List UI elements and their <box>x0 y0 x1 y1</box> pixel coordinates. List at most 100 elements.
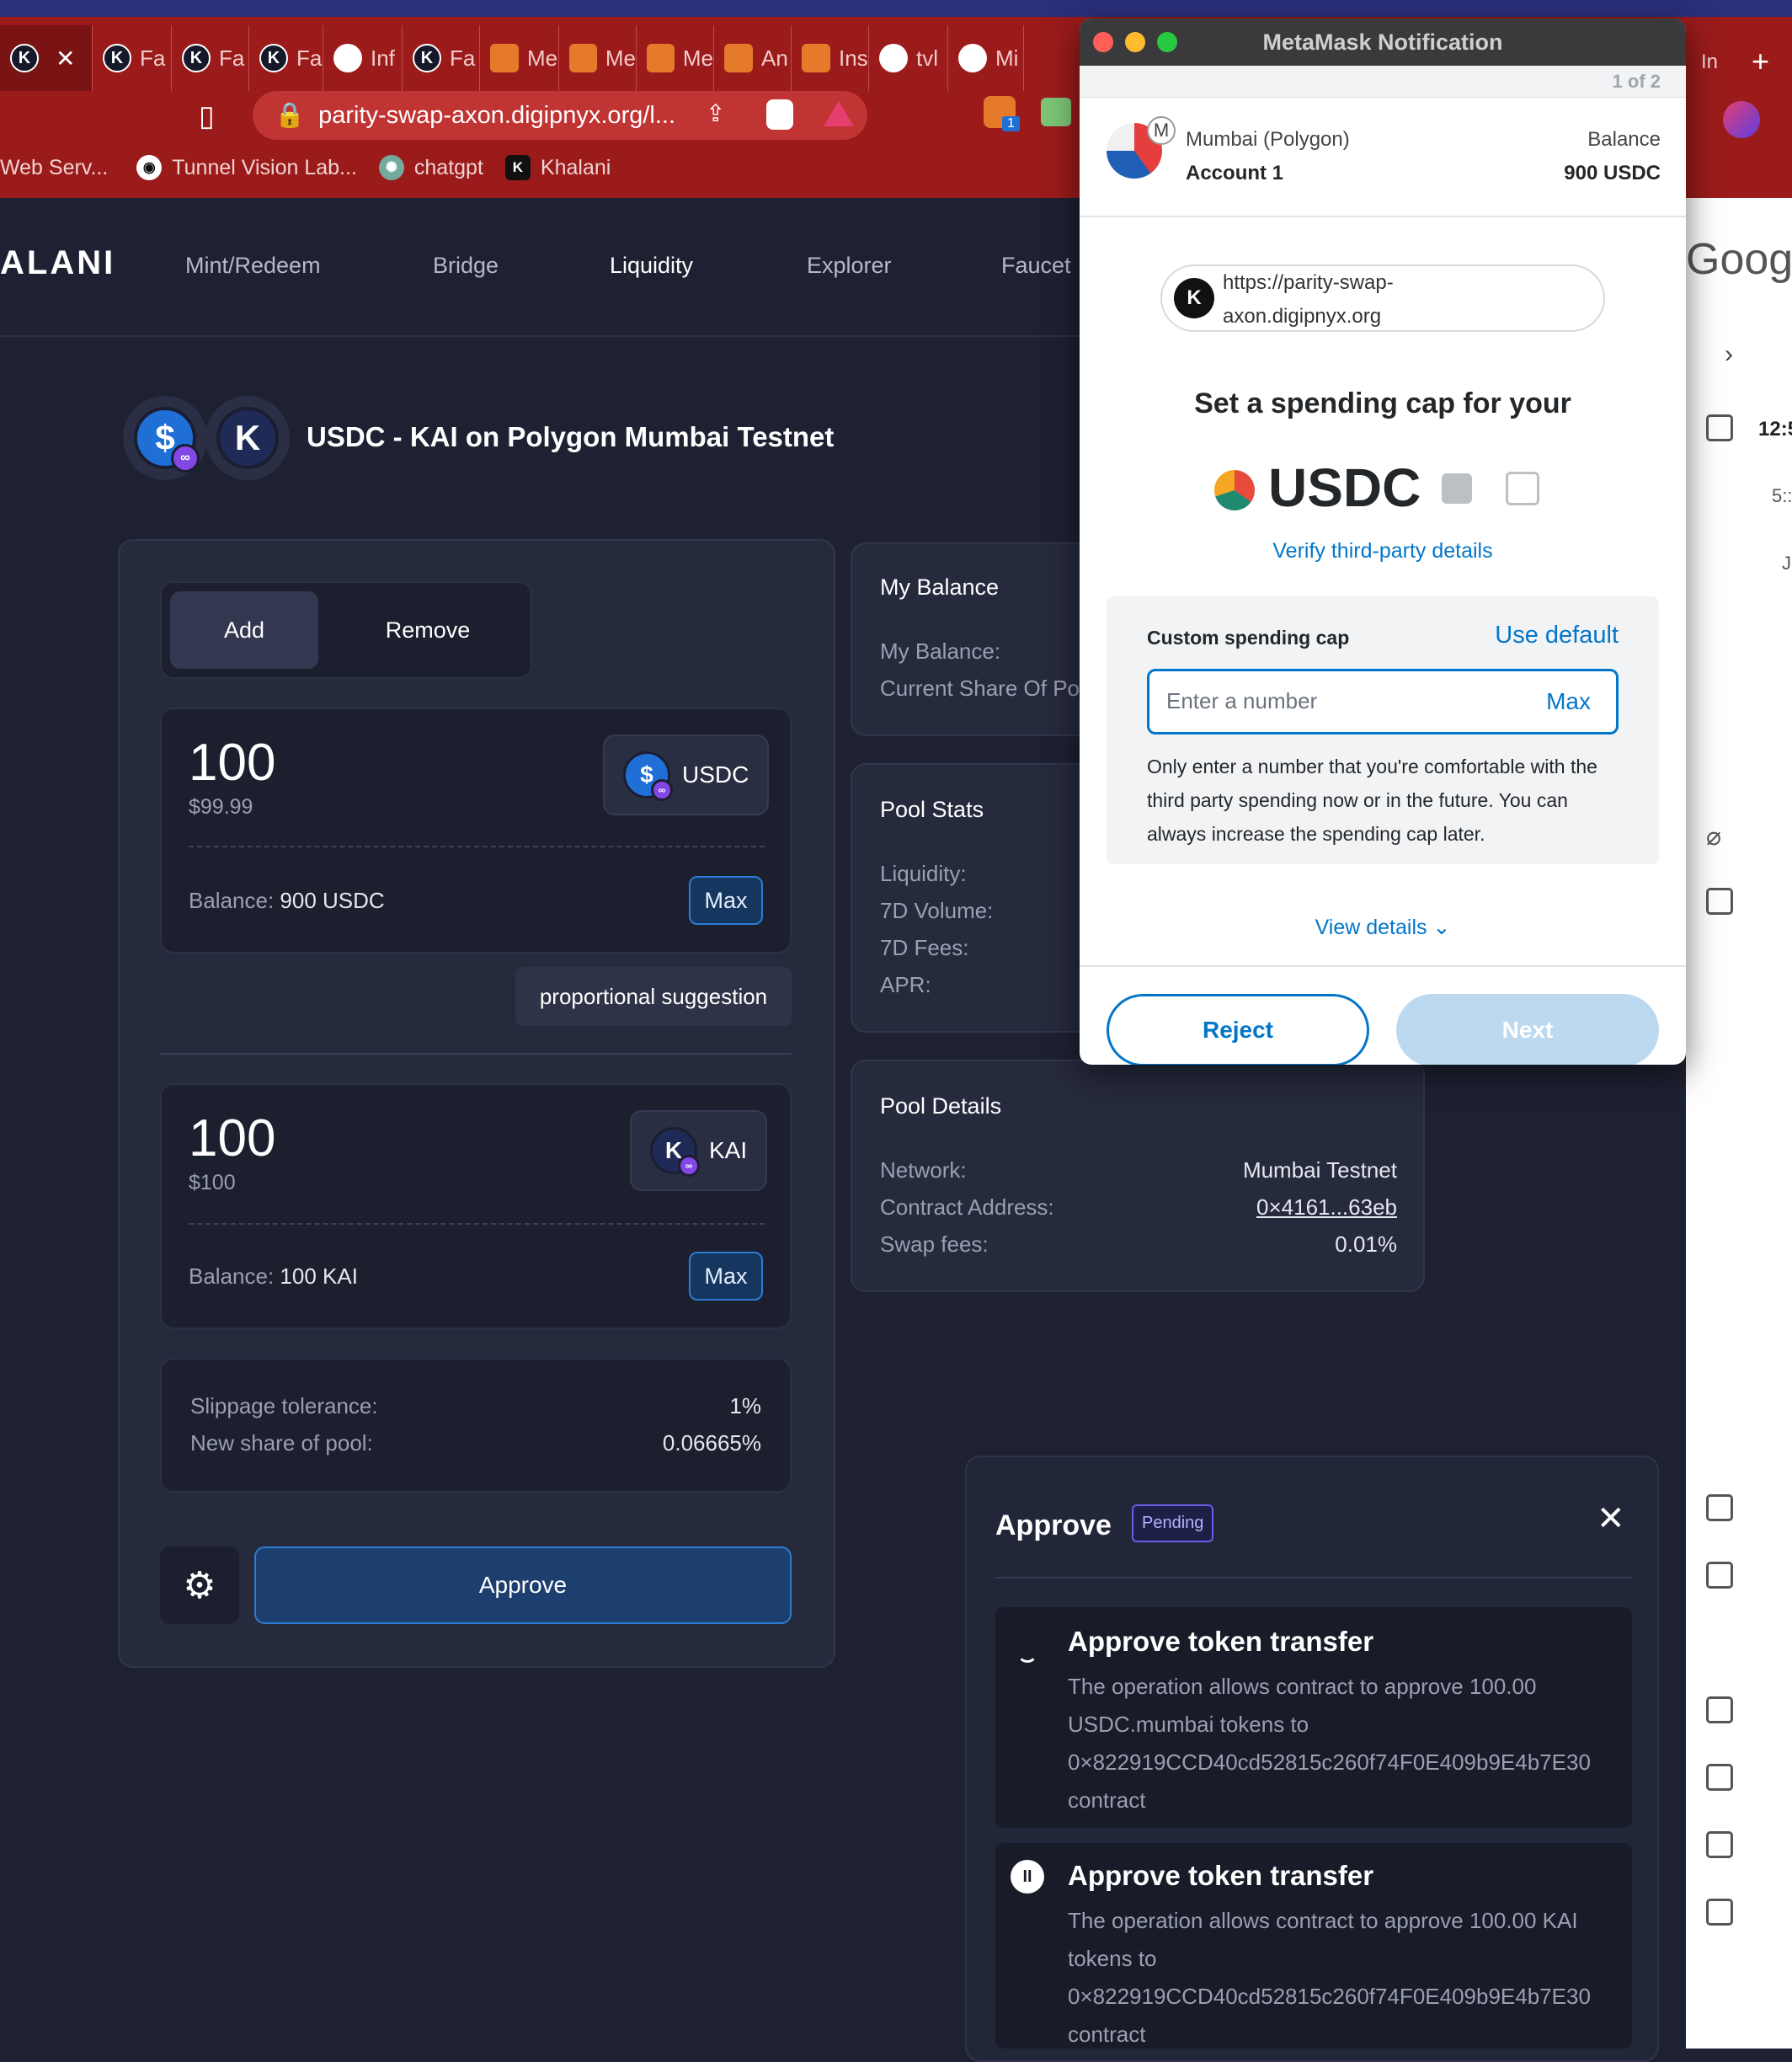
bookmark-icon[interactable]: ▯ <box>199 99 215 133</box>
github-icon: ◉ <box>136 155 163 180</box>
calendar-icon <box>1706 1899 1733 1926</box>
nav-faucet[interactable]: Faucet <box>1001 253 1071 279</box>
nav-liquidity[interactable]: Liquidity <box>610 253 693 279</box>
extension-icon[interactable] <box>1041 98 1071 126</box>
liquidity-label: Liquidity: <box>880 861 967 886</box>
bookmark-khalani[interactable]: K Khalani <box>504 155 611 180</box>
share-icon[interactable]: ⇪ <box>706 99 725 127</box>
browser-tab[interactable]: K ✕ <box>0 25 93 91</box>
calendar-icon <box>1706 1831 1733 1858</box>
divider <box>189 1223 765 1225</box>
browser-tab[interactable]: Me <box>637 25 714 91</box>
calendar-icon <box>1706 1494 1733 1521</box>
bookmark-web-serv[interactable]: Web Serv... <box>0 156 108 180</box>
spending-cap-input[interactable]: Enter a number Max <box>1147 669 1619 735</box>
nav-mint-redeem[interactable]: Mint/Redeem <box>185 253 321 279</box>
os-menubar <box>0 0 1792 17</box>
extension-badge: 1 <box>1002 116 1020 131</box>
metamask-extension-icon[interactable]: 1 <box>984 96 1020 131</box>
browser-tab[interactable]: K Fa <box>93 25 172 91</box>
khalani-icon: K <box>1174 278 1214 318</box>
lock-icon: 🔒 <box>275 102 306 129</box>
tab-remove[interactable]: Remove <box>328 591 527 669</box>
token1-max-button[interactable]: Max <box>689 876 763 925</box>
khalani-icon: K <box>10 44 39 72</box>
reject-button[interactable]: Reject <box>1107 994 1369 1065</box>
app-logo[interactable]: ALANI <box>0 244 115 282</box>
fees-label: 7D Fees: <box>880 935 969 960</box>
metamask-icon <box>490 44 519 72</box>
address-text: parity-swap-axon.digipnyx.org/l... <box>318 101 676 129</box>
browser-tab[interactable]: Ins <box>792 25 869 91</box>
nav-explorer[interactable]: Explorer <box>807 253 892 279</box>
browser-tab[interactable]: Mi <box>948 25 1024 91</box>
proportional-suggestion-button[interactable]: proportional suggestion <box>515 967 792 1026</box>
step-body: The operation allows contract to approve… <box>1068 1674 1591 1813</box>
polygon-icon: ∞ <box>171 444 200 473</box>
browser-tab[interactable]: K Fa <box>403 25 480 91</box>
token2-selector[interactable]: K ∞ KAI <box>630 1110 768 1191</box>
contract-row: Contract Address: 0×4161...63eb <box>880 1194 1397 1221</box>
token2-symbol: KAI <box>709 1137 748 1163</box>
chevron-down-icon: ⌄ <box>1432 916 1451 939</box>
github-icon <box>958 44 987 72</box>
status-badge: Pending <box>1132 1504 1214 1542</box>
tab-add[interactable]: Add <box>170 591 318 669</box>
khalani-icon: K <box>259 44 288 72</box>
calendar-icon <box>1706 1764 1733 1791</box>
close-icon[interactable]: ✕ <box>1597 1499 1625 1538</box>
background-tab-label[interactable]: In <box>1701 51 1718 74</box>
metamask-icon <box>569 44 597 72</box>
google-logo: Googl <box>1686 235 1792 284</box>
current-share-label: Current Share Of Po <box>880 676 1080 701</box>
brave-rewards-icon[interactable] <box>824 101 854 126</box>
tab-label: tvl <box>916 45 938 71</box>
nav-bridge[interactable]: Bridge <box>433 253 499 279</box>
close-window-icon[interactable] <box>1093 32 1113 52</box>
spinner-icon <box>1017 1643 1037 1663</box>
browser-tab[interactable]: An <box>714 25 792 91</box>
verify-link[interactable]: Verify third-party details <box>1080 539 1686 564</box>
khalani-icon: K <box>103 44 131 72</box>
browser-tab[interactable]: tvl <box>869 25 948 91</box>
cap-max-button[interactable]: Max <box>1546 688 1591 715</box>
browser-tab[interactable]: Inf <box>323 25 403 91</box>
brave-shield-icon[interactable] <box>766 99 793 130</box>
polygon-icon: ∞ <box>651 779 673 801</box>
browser-tab[interactable]: K Fa <box>172 25 249 91</box>
token1-amount-input[interactable]: 100 <box>189 733 275 793</box>
external-link-icon[interactable] <box>1506 472 1539 505</box>
divider <box>1080 965 1686 967</box>
cap-note: Only enter a number that you're comforta… <box>1147 756 1597 845</box>
network-row: Network: Mumbai Testnet <box>880 1157 1397 1183</box>
use-default-link[interactable]: Use default <box>1495 622 1619 649</box>
tab-label: Mi <box>995 45 1019 71</box>
balance-value: 900 USDC <box>1564 162 1661 184</box>
browser-tab[interactable]: Me <box>559 25 637 91</box>
contract-address-link[interactable]: 0×4161...63eb <box>1256 1194 1397 1221</box>
token2-max-button[interactable]: Max <box>689 1252 763 1301</box>
token1-selector[interactable]: $ ∞ USDC <box>603 735 770 815</box>
tab-label: Fa <box>219 45 245 71</box>
bookmark-chatgpt[interactable]: ✺ chatgpt <box>378 155 483 180</box>
next-button[interactable]: Next <box>1396 994 1659 1065</box>
close-icon[interactable]: ✕ <box>56 45 75 72</box>
browser-tab[interactable]: K Fa <box>249 25 323 91</box>
token2-amount-input[interactable]: 100 <box>189 1108 275 1168</box>
spending-cap-heading: Set a spending cap for your <box>1194 387 1571 419</box>
tab-label: Ins <box>839 45 868 71</box>
maximize-window-icon[interactable] <box>1157 32 1177 52</box>
view-details-link[interactable]: View details ⌄ <box>1080 915 1686 940</box>
profile-avatar[interactable] <box>1723 101 1760 138</box>
approve-button[interactable]: Approve <box>254 1546 792 1624</box>
my-balance-title: My Balance <box>880 574 1000 600</box>
chevron-right-icon[interactable]: › <box>1725 340 1733 369</box>
token2-usd: $100 <box>189 1171 236 1194</box>
browser-tab[interactable]: Me <box>480 25 559 91</box>
settings-button[interactable]: ⚙ <box>160 1546 239 1624</box>
new-tab-icon[interactable]: + <box>1752 44 1769 79</box>
bookmark-tunnel-vision[interactable]: ◉ Tunnel Vision Lab... <box>136 155 357 180</box>
divider <box>995 1577 1632 1579</box>
copy-icon[interactable] <box>1442 473 1472 504</box>
minimize-window-icon[interactable] <box>1125 32 1145 52</box>
